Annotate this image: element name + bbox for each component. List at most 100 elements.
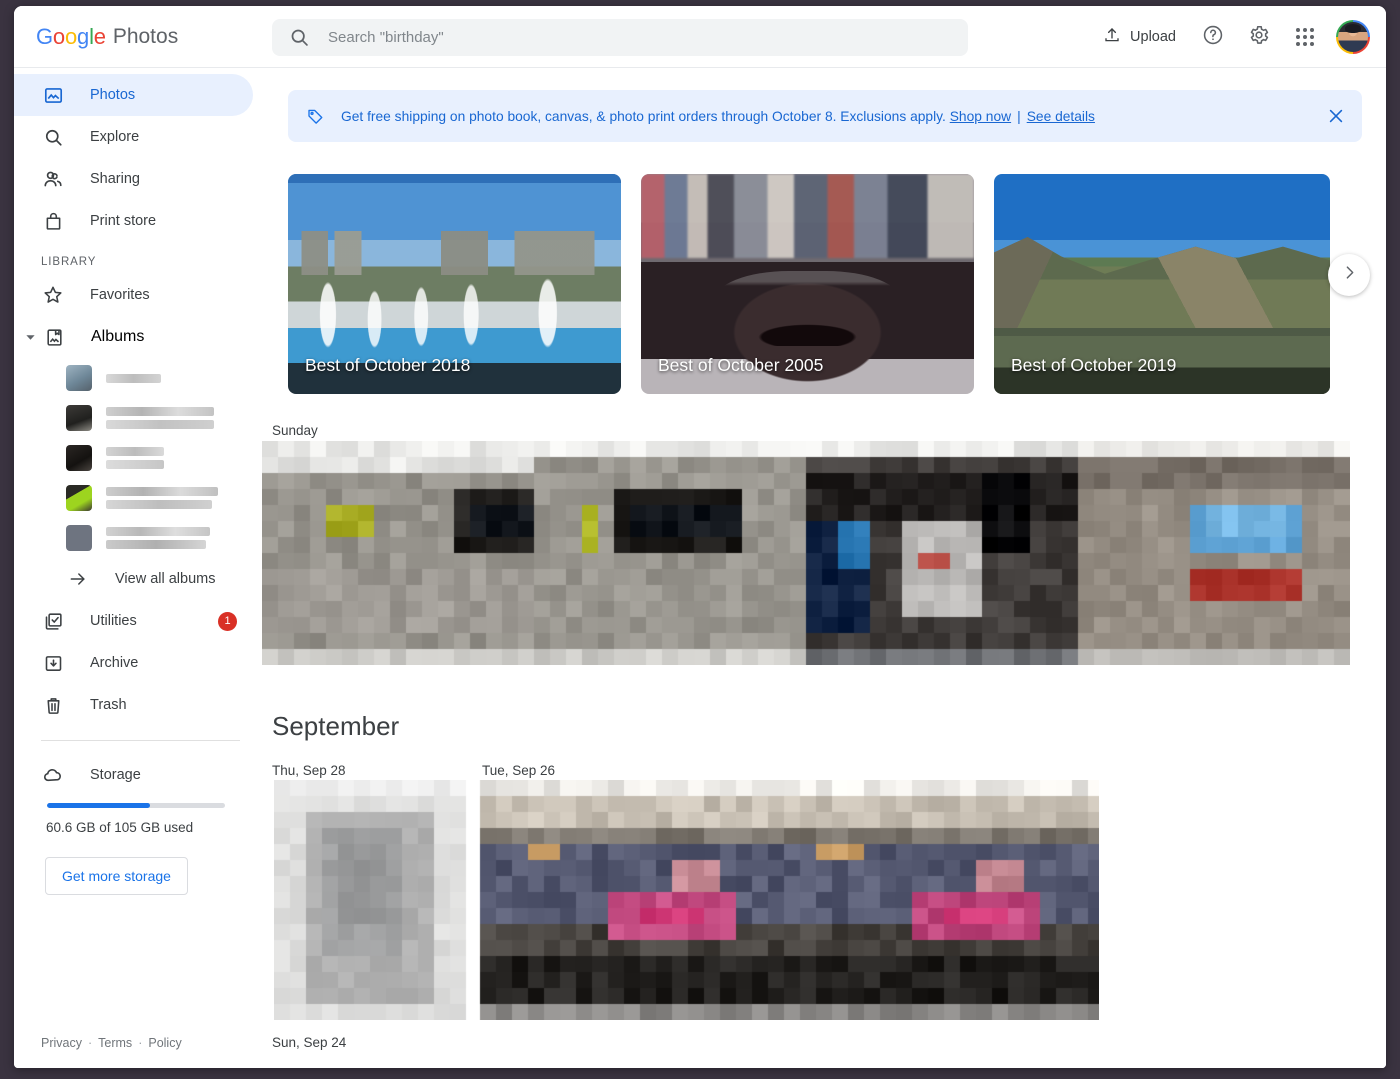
album-book-icon xyxy=(42,325,66,349)
sidebar-item-sharing[interactable]: Sharing xyxy=(14,158,253,200)
chevron-down-icon[interactable] xyxy=(22,329,38,345)
storage-label: Storage xyxy=(90,767,141,783)
sidebar-item-trash[interactable]: Trash xyxy=(14,684,253,726)
avatar[interactable] xyxy=(1336,20,1370,54)
settings-button[interactable] xyxy=(1238,16,1280,58)
memory-card[interactable]: Best of October 2005 xyxy=(641,174,974,394)
list-item[interactable] xyxy=(14,358,262,398)
help-icon xyxy=(1202,24,1224,51)
album-name-redacted xyxy=(106,374,161,383)
list-item[interactable] xyxy=(14,398,262,438)
list-item[interactable] xyxy=(14,478,262,518)
day-label-wrap: Tue, Sep 26 xyxy=(482,762,555,780)
sidebar-item-utilities[interactable]: Utilities 1 xyxy=(14,600,253,642)
view-all-albums-label: View all albums xyxy=(115,571,215,587)
privacy-link[interactable]: Privacy xyxy=(41,1036,82,1050)
apps-grid-icon xyxy=(1296,28,1314,46)
app-header: Google Photos Search "birthday" Upload xyxy=(14,6,1386,68)
album-thumbnail xyxy=(66,485,92,511)
album-thumbnail xyxy=(66,365,92,391)
promo-banner: Get free shipping on photo book, canvas,… xyxy=(288,90,1362,142)
storage-section[interactable]: Storage xyxy=(14,763,262,787)
arrow-right-icon xyxy=(66,567,90,591)
search-icon xyxy=(41,125,65,149)
memory-card[interactable]: Best of October 2018 xyxy=(288,174,621,394)
gear-icon xyxy=(1248,24,1270,51)
storage-progress-bar xyxy=(47,803,225,808)
list-item[interactable] xyxy=(14,438,262,478)
memories-carousel: Best of October 2018 Best of October 200… xyxy=(288,174,1362,394)
chevron-right-icon xyxy=(1341,264,1358,286)
see-details-link[interactable]: See details xyxy=(1027,109,1095,124)
carousel-next-button[interactable] xyxy=(1328,254,1370,296)
separator: · xyxy=(138,1036,142,1050)
list-item[interactable] xyxy=(14,518,262,558)
library-section-label: LIBRARY xyxy=(14,256,262,268)
day-label-wrap: Thu, Sep 28 xyxy=(272,762,346,780)
album-thumbnail xyxy=(66,405,92,431)
photo-grid-row[interactable] xyxy=(262,441,1350,665)
promo-text: Get free shipping on photo book, canvas,… xyxy=(341,109,1095,124)
storage-usage-text: 60.6 GB of 105 GB used xyxy=(46,820,262,835)
header-actions: Upload xyxy=(1091,6,1370,68)
memory-label: Best of October 2018 xyxy=(305,355,470,376)
album-thumbnail xyxy=(66,525,92,551)
sidebar-item-label: Explore xyxy=(90,129,139,145)
utilities-icon xyxy=(41,609,65,633)
tag-icon xyxy=(306,107,325,126)
sidebar-item-favorites[interactable]: Favorites xyxy=(14,274,253,316)
album-name-redacted xyxy=(106,487,218,509)
day-label-sunday-wrap: Sunday xyxy=(272,422,318,440)
promo-divider: | xyxy=(1017,109,1021,124)
search-icon xyxy=(289,27,310,48)
sidebar-item-photos[interactable]: Photos xyxy=(14,74,253,116)
sidebar-item-explore[interactable]: Explore xyxy=(14,116,253,158)
storage-progress-fill xyxy=(47,803,150,808)
album-name-redacted xyxy=(106,447,164,469)
day-label-wrap: Sun, Sep 24 xyxy=(272,1034,346,1052)
browser-window: Google Photos Search "birthday" Upload P… xyxy=(14,6,1386,1068)
shopping-bag-icon xyxy=(41,209,65,233)
sidebar-item-albums[interactable]: Albums xyxy=(14,316,262,358)
policy-link[interactable]: Policy xyxy=(148,1036,181,1050)
sidebar-item-label: Utilities xyxy=(90,613,137,629)
sidebar-item-archive[interactable]: Archive xyxy=(14,642,253,684)
close-icon[interactable] xyxy=(1326,106,1346,126)
day-label: Thu, Sep 28 xyxy=(272,763,346,778)
photo-grid-row[interactable] xyxy=(274,780,1099,1020)
people-icon xyxy=(41,167,65,191)
search-input[interactable]: Search "birthday" xyxy=(272,19,968,56)
main-content: Get free shipping on photo book, canvas,… xyxy=(262,68,1386,1068)
shop-now-link[interactable]: Shop now xyxy=(950,109,1011,124)
sidebar-item-print-store[interactable]: Print store xyxy=(14,200,253,242)
memory-label: Best of October 2005 xyxy=(658,355,823,376)
help-button[interactable] xyxy=(1192,16,1234,58)
day-label: Tue, Sep 26 xyxy=(482,763,555,778)
google-wordmark: Google xyxy=(36,24,106,50)
app-logo[interactable]: Google Photos xyxy=(36,24,178,50)
day-label: Sunday xyxy=(272,423,318,438)
sidebar-item-label: Trash xyxy=(90,697,127,713)
product-name: Photos xyxy=(113,25,178,49)
status-badge: 1 xyxy=(218,612,237,631)
memory-card[interactable]: Best of October 2019 xyxy=(994,174,1330,394)
promo-message: Get free shipping on photo book, canvas,… xyxy=(341,109,946,124)
get-more-storage-button[interactable]: Get more storage xyxy=(45,857,188,895)
sidebar-divider xyxy=(41,740,240,741)
sidebar-item-label: Sharing xyxy=(90,171,140,187)
apps-button[interactable] xyxy=(1284,16,1326,58)
terms-link[interactable]: Terms xyxy=(98,1036,132,1050)
upload-button[interactable]: Upload xyxy=(1091,18,1188,56)
search-placeholder: Search "birthday" xyxy=(328,29,444,46)
view-all-albums-button[interactable]: View all albums xyxy=(14,558,262,600)
archive-icon xyxy=(41,651,65,675)
sidebar-item-label: Photos xyxy=(90,87,135,103)
day-label: Sun, Sep 24 xyxy=(272,1035,346,1050)
upload-icon xyxy=(1103,26,1121,48)
footer-links: Privacy · Terms · Policy xyxy=(41,1036,182,1050)
sidebar-item-label: Print store xyxy=(90,213,156,229)
separator: · xyxy=(88,1036,92,1050)
trash-icon xyxy=(41,693,65,717)
sidebar-item-label: Albums xyxy=(91,328,144,346)
sidebar-item-label: Favorites xyxy=(90,287,150,303)
